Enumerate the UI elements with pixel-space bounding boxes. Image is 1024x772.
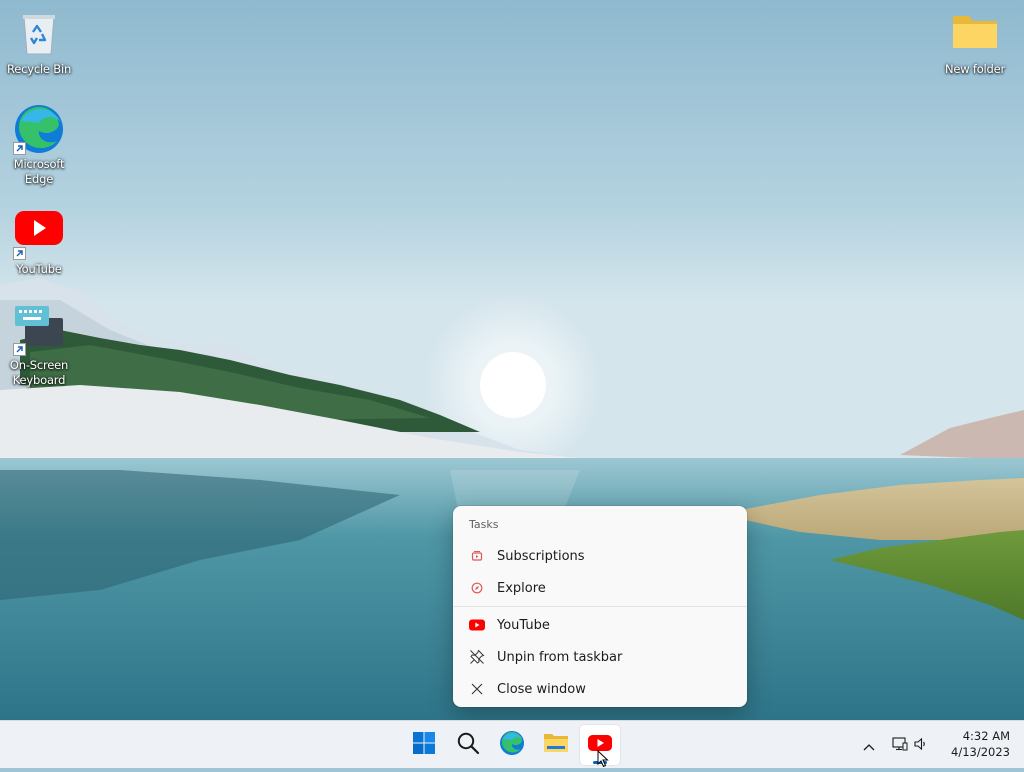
desktop-icon-youtube[interactable]: YouTube — [1, 208, 77, 277]
mouse-cursor-icon — [597, 749, 609, 768]
taskbar-app-file-explorer[interactable] — [536, 725, 576, 765]
jump-list-item-close-window[interactable]: Close window — [457, 674, 743, 704]
jump-list-separator — [453, 606, 747, 607]
desktop-icon-label: On-Screen Keyboard — [9, 358, 69, 387]
clock-date: 4/13/2023 — [951, 745, 1010, 759]
jump-list-item-subscriptions[interactable]: Subscriptions — [457, 541, 743, 571]
desktop-icon-label: Recycle Bin — [6, 62, 72, 76]
jump-list-item-label: Explore — [497, 580, 546, 596]
taskbar-clock[interactable]: 4:32 AM 4/13/2023 — [951, 728, 1010, 760]
jump-list-item-label: Subscriptions — [497, 548, 585, 564]
jump-list-item-unpin[interactable]: Unpin from taskbar — [457, 642, 743, 672]
unpin-icon — [469, 649, 485, 665]
volume-icon — [914, 736, 928, 755]
taskbar-jump-list: Tasks Subscriptions Explore YouTube Unpi… — [453, 506, 747, 707]
compass-icon — [469, 580, 485, 596]
folder-icon — [949, 8, 1001, 60]
taskbar: 4:32 AM 4/13/2023 — [0, 720, 1024, 768]
close-icon — [469, 681, 485, 697]
desktop-icon-new-folder[interactable]: New folder — [937, 8, 1013, 77]
network-icon — [892, 736, 908, 755]
desktop-icon-on-screen-keyboard[interactable]: On-Screen Keyboard — [1, 304, 77, 388]
youtube-icon — [13, 208, 65, 260]
shortcut-arrow-icon — [13, 343, 26, 356]
taskbar-search-button[interactable] — [448, 725, 488, 765]
desktop-icon-label: New folder — [944, 62, 1006, 76]
edge-icon — [13, 103, 65, 155]
desktop-icon-recycle-bin[interactable]: Recycle Bin — [1, 8, 77, 77]
start-button[interactable] — [404, 725, 444, 765]
desktop-icon-label: YouTube — [16, 262, 62, 276]
search-icon — [456, 731, 480, 759]
shortcut-arrow-icon — [13, 247, 26, 260]
recycle-bin-icon — [13, 8, 65, 60]
desktop-icon-label: Microsoft Edge — [13, 157, 65, 186]
jump-list-item-label: Unpin from taskbar — [497, 649, 623, 665]
jump-list-section-title: Tasks — [469, 518, 499, 531]
taskbar-app-edge[interactable] — [492, 725, 532, 765]
windows-start-icon — [412, 731, 436, 759]
clock-time: 4:32 AM — [962, 729, 1010, 743]
chevron-up-icon — [863, 736, 875, 755]
jump-list-item-label: YouTube — [497, 617, 550, 633]
network-volume-button[interactable] — [888, 731, 932, 759]
jump-list-item-label: Close window — [497, 681, 586, 697]
jump-list-item-youtube[interactable]: YouTube — [457, 610, 743, 640]
edge-icon — [499, 730, 525, 760]
youtube-icon — [469, 617, 485, 633]
keyboard-icon — [13, 304, 65, 356]
subscriptions-icon — [469, 548, 485, 564]
shortcut-arrow-icon — [13, 142, 26, 155]
jump-list-item-explore[interactable]: Explore — [457, 573, 743, 603]
show-hidden-icons-button[interactable] — [858, 731, 880, 759]
folder-icon — [543, 731, 569, 759]
desktop-icon-microsoft-edge[interactable]: Microsoft Edge — [1, 103, 77, 187]
